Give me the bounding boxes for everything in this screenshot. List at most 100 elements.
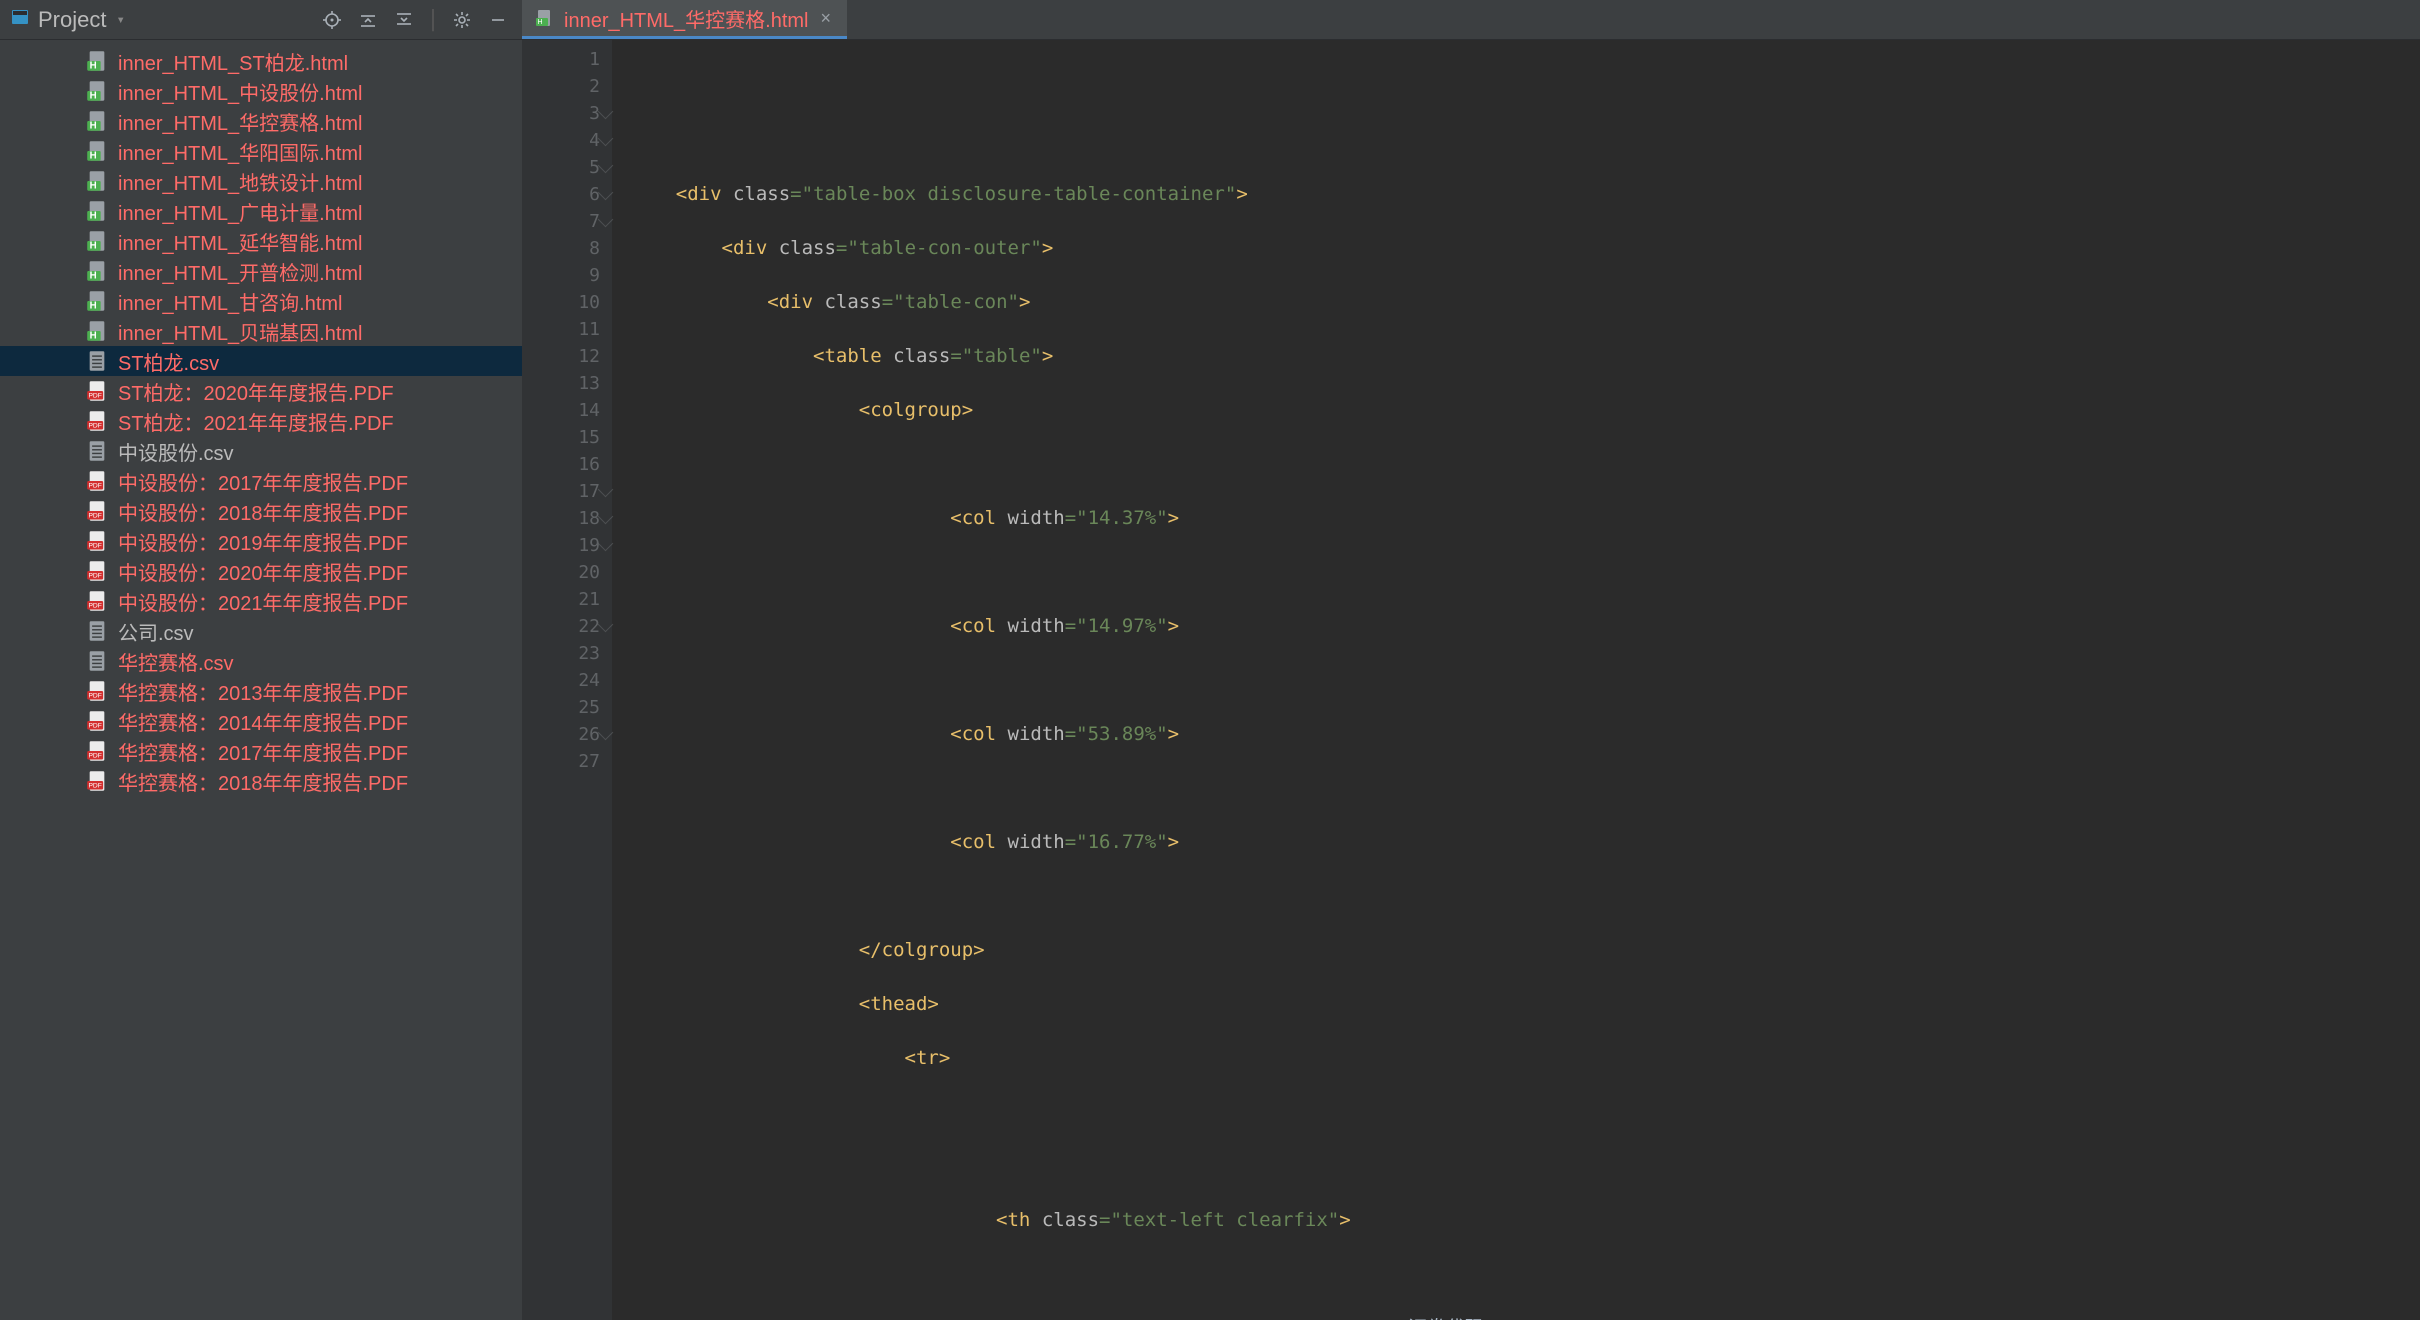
editor-code-area[interactable]: <div class="table-box disclosure-table-c… bbox=[612, 40, 2420, 1320]
project-title[interactable]: Project bbox=[38, 7, 106, 33]
line-number[interactable]: 18 bbox=[522, 505, 600, 532]
svg-text:PDF: PDF bbox=[88, 603, 101, 610]
tree-row[interactable]: PDF 中设股份：2017年年度报告.PDF bbox=[0, 466, 522, 496]
csv-file-icon bbox=[86, 650, 108, 672]
tree-row[interactable]: Hinner_HTML_贝瑞基因.html bbox=[0, 316, 522, 346]
gear-icon[interactable] bbox=[448, 6, 476, 34]
tree-row[interactable]: 华控赛格.csv bbox=[0, 646, 522, 676]
tree-row[interactable]: Hinner_HTML_中设股份.html bbox=[0, 76, 522, 106]
line-number[interactable]: 21 bbox=[522, 586, 600, 613]
tree-row[interactable]: PDF中设股份：2021年年度报告.PDF bbox=[0, 586, 522, 616]
line-number[interactable]: 2 bbox=[522, 73, 600, 100]
svg-text:H: H bbox=[90, 300, 97, 311]
line-number[interactable]: 14 bbox=[522, 397, 600, 424]
collapse-all-icon[interactable] bbox=[390, 6, 418, 34]
pdf-file-icon: PDF bbox=[86, 680, 108, 702]
line-number[interactable]: 23 bbox=[522, 640, 600, 667]
fold-handle-icon[interactable] bbox=[598, 212, 614, 228]
tree-row[interactable]: PDFST柏龙：2021年年度报告.PDF bbox=[0, 406, 522, 436]
html-file-icon: H bbox=[86, 140, 108, 162]
tree-row[interactable]: 公司.csv bbox=[0, 616, 522, 646]
fold-handle-icon[interactable] bbox=[598, 482, 614, 498]
pdf-file-icon: PDF bbox=[86, 410, 108, 432]
line-number[interactable]: 8 bbox=[522, 235, 600, 262]
fold-handle-icon[interactable] bbox=[598, 104, 614, 120]
fold-handle-icon[interactable] bbox=[598, 131, 614, 147]
file-name-label: inner_HTML_贝瑞基因.html bbox=[118, 317, 363, 346]
line-number[interactable]: 26 bbox=[522, 721, 600, 748]
line-number[interactable]: 6 bbox=[522, 181, 600, 208]
line-number[interactable]: 3 bbox=[522, 100, 600, 127]
fold-handle-icon[interactable] bbox=[598, 725, 614, 741]
project-view-dropdown[interactable]: ▾ bbox=[116, 12, 124, 28]
line-number[interactable]: 7 bbox=[522, 208, 600, 235]
editor-tab-active[interactable]: H inner_HTML_华控赛格.html × bbox=[522, 0, 847, 39]
code-editor[interactable]: 1234567891011121314151617181920212223242… bbox=[522, 40, 2420, 1320]
line-number[interactable]: 20 bbox=[522, 559, 600, 586]
line-number[interactable]: 24 bbox=[522, 667, 600, 694]
line-number[interactable]: 27 bbox=[522, 748, 600, 775]
fold-handle-icon[interactable] bbox=[598, 185, 614, 201]
pdf-file-icon: PDF bbox=[86, 560, 108, 582]
tree-row[interactable]: Hinner_HTML_甘咨询.html bbox=[0, 286, 522, 316]
tree-row[interactable]: Hinner_HTML_广电计量.html bbox=[0, 196, 522, 226]
expand-all-icon[interactable] bbox=[354, 6, 382, 34]
tree-row[interactable]: PDF华控赛格：2018年年度报告.PDF bbox=[0, 766, 522, 796]
tree-row[interactable]: PDF华控赛格：2014年年度报告.PDF bbox=[0, 706, 522, 736]
tree-row[interactable]: Hinner_HTML_华控赛格.html bbox=[0, 106, 522, 136]
line-number[interactable]: 22 bbox=[522, 613, 600, 640]
svg-text:H: H bbox=[90, 210, 97, 221]
tree-row[interactable]: Hinner_HTML_地铁设计.html bbox=[0, 166, 522, 196]
file-name-label: inner_HTML_地铁设计.html bbox=[118, 167, 363, 196]
tree-row[interactable]: ST柏龙.csv bbox=[0, 346, 522, 376]
tree-row[interactable]: PDF华控赛格：2013年年度报告.PDF bbox=[0, 676, 522, 706]
html-file-icon: H bbox=[86, 200, 108, 222]
svg-text:H: H bbox=[90, 270, 97, 281]
line-number[interactable]: 25 bbox=[522, 694, 600, 721]
line-number[interactable]: 4 bbox=[522, 127, 600, 154]
minimize-icon[interactable] bbox=[484, 6, 512, 34]
file-name-label: 中设股份.csv bbox=[118, 437, 234, 466]
locate-icon[interactable] bbox=[318, 6, 346, 34]
tree-row[interactable]: PDF中设股份：2019年年度报告.PDF bbox=[0, 526, 522, 556]
file-name-label: inner_HTML_广电计量.html bbox=[118, 197, 363, 226]
line-number[interactable]: 19 bbox=[522, 532, 600, 559]
tree-row[interactable]: Hinner_HTML_延华智能.html bbox=[0, 226, 522, 256]
line-number[interactable]: 10 bbox=[522, 289, 600, 316]
file-name-label: 中设股份：2017年年度报告.PDF bbox=[118, 467, 408, 496]
tree-row[interactable]: Hinner_HTML_ST柏龙.html bbox=[0, 46, 522, 76]
file-name-label: ST柏龙.csv bbox=[118, 347, 219, 376]
html-file-icon: H bbox=[86, 110, 108, 132]
file-name-label: inner_HTML_延华智能.html bbox=[118, 227, 363, 256]
fold-handle-icon[interactable] bbox=[598, 509, 614, 525]
tree-row[interactable]: PDF华控赛格：2017年年度报告.PDF bbox=[0, 736, 522, 766]
line-number[interactable]: 12 bbox=[522, 343, 600, 370]
editor-gutter[interactable]: 1234567891011121314151617181920212223242… bbox=[522, 40, 612, 1320]
line-number[interactable]: 5 bbox=[522, 154, 600, 181]
tree-row[interactable]: 中设股份.csv bbox=[0, 436, 522, 466]
tree-row[interactable]: Hinner_HTML_华阳国际.html bbox=[0, 136, 522, 166]
fold-handle-icon[interactable] bbox=[598, 158, 614, 174]
file-name-label: 华控赛格：2017年年度报告.PDF bbox=[118, 737, 408, 766]
line-number[interactable]: 16 bbox=[522, 451, 600, 478]
fold-handle-icon[interactable] bbox=[598, 536, 614, 552]
pdf-file-icon: PDF bbox=[86, 530, 108, 552]
close-icon[interactable]: × bbox=[819, 8, 834, 29]
tree-row[interactable]: Hinner_HTML_开普检测.html bbox=[0, 256, 522, 286]
tree-row[interactable]: PDF中设股份：2020年年度报告.PDF bbox=[0, 556, 522, 586]
line-number[interactable]: 9 bbox=[522, 262, 600, 289]
pdf-file-icon: PDF bbox=[86, 470, 108, 492]
tree-row[interactable]: PDFST柏龙：2020年年度报告.PDF bbox=[0, 376, 522, 406]
line-number[interactable]: 11 bbox=[522, 316, 600, 343]
tree-row[interactable]: PDF中设股份：2018年年度报告.PDF bbox=[0, 496, 522, 526]
line-number[interactable]: 17 bbox=[522, 478, 600, 505]
svg-text:H: H bbox=[90, 240, 97, 251]
file-name-label: inner_HTML_开普检测.html bbox=[118, 257, 363, 286]
top-row: Project ▾ | H inner_HTML_华控赛格.html × bbox=[0, 0, 2420, 40]
fold-handle-icon[interactable] bbox=[598, 617, 614, 633]
line-number[interactable]: 13 bbox=[522, 370, 600, 397]
line-number[interactable]: 1 bbox=[522, 46, 600, 73]
project-tree[interactable]: Hinner_HTML_ST柏龙.htmlHinner_HTML_中设股份.ht… bbox=[0, 40, 522, 1320]
svg-text:H: H bbox=[90, 150, 97, 161]
line-number[interactable]: 15 bbox=[522, 424, 600, 451]
